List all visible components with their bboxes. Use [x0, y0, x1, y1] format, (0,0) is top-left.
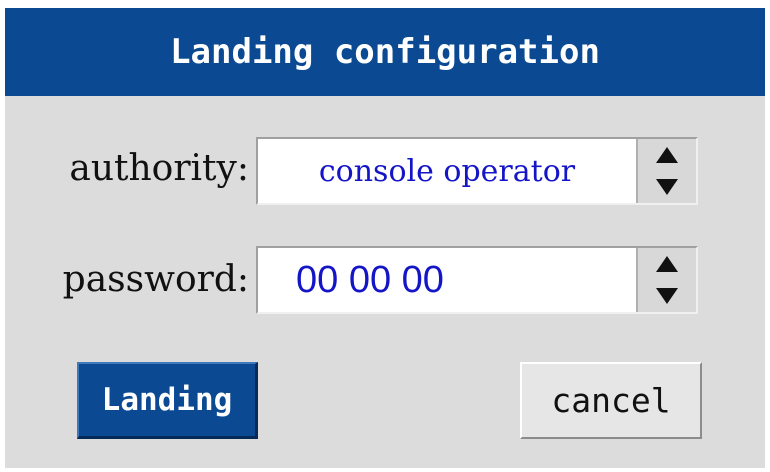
landing-button[interactable]: Landing — [77, 362, 258, 439]
triangle-up-icon — [656, 256, 678, 272]
authority-value[interactable]: console operator — [258, 139, 636, 203]
password-spinner-up-button[interactable] — [637, 251, 697, 277]
authority-selector[interactable]: console operator — [256, 137, 698, 205]
password-label: password: — [62, 259, 249, 300]
triangle-down-icon — [656, 179, 678, 195]
authority-spinner-up-button[interactable] — [637, 142, 697, 168]
password-value[interactable]: 00 00 00 — [258, 248, 636, 312]
authority-spinner[interactable] — [636, 139, 696, 203]
authority-label: authority: — [69, 148, 249, 189]
triangle-down-icon — [656, 288, 678, 304]
password-spinner[interactable] — [636, 248, 696, 312]
triangle-up-icon — [656, 147, 678, 163]
landing-configuration-dialog: Landing configuration authority: console… — [5, 8, 765, 468]
dialog-title: Landing configuration — [5, 8, 765, 96]
cancel-button[interactable]: cancel — [520, 362, 702, 439]
password-spinner-down-button[interactable] — [637, 283, 697, 309]
password-field[interactable]: 00 00 00 — [256, 246, 698, 314]
authority-spinner-down-button[interactable] — [637, 174, 697, 200]
